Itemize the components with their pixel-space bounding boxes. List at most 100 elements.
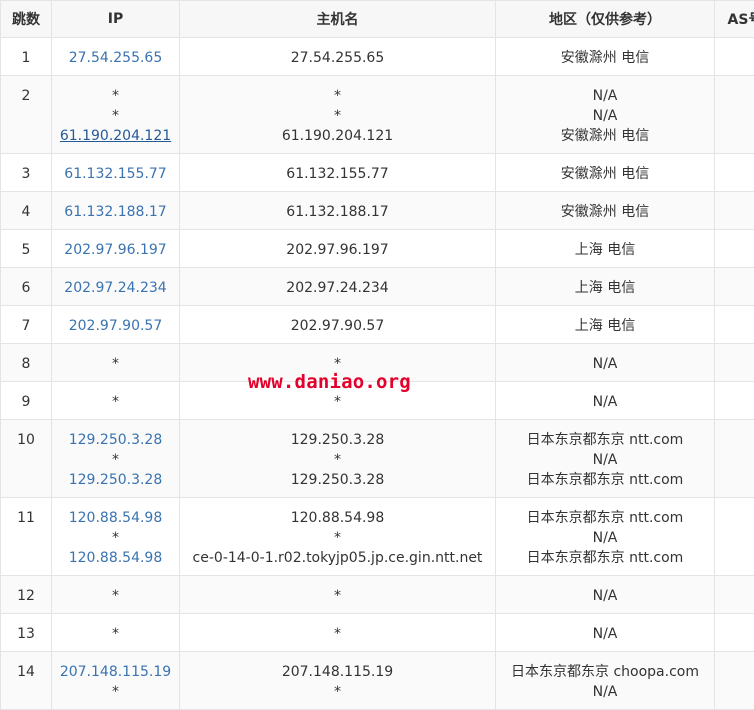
hop-cell: 14: [1, 652, 52, 710]
hostname-cell: *: [180, 576, 496, 614]
ip-link[interactable]: 120.88.54.98: [52, 508, 179, 528]
asn-cell: [715, 230, 754, 268]
asn-cell: [715, 344, 754, 382]
hop-number: 7: [1, 316, 51, 336]
ip-link[interactable]: 129.250.3.28: [52, 470, 179, 490]
region-text: 安徽滁州 电信: [496, 202, 714, 222]
asn-cell: [715, 154, 754, 192]
ip-cell: 202.97.90.57: [52, 306, 180, 344]
table-row: 6202.97.24.234202.97.24.234上海 电信: [1, 268, 754, 306]
region-text: N/A: [496, 450, 714, 470]
watermark-text: www.daniao.org: [248, 371, 411, 393]
hop-number: 14: [1, 662, 51, 682]
table-row: 10129.250.3.28*129.250.3.28129.250.3.28*…: [1, 420, 754, 498]
hop-number: 10: [1, 430, 51, 450]
hostname-text: 129.250.3.28: [180, 470, 495, 490]
region-cell: 安徽滁州 电信: [496, 38, 715, 76]
asn-cell: [715, 306, 754, 344]
ip-link[interactable]: 61.132.188.17: [52, 202, 179, 222]
ip-cell: *: [52, 344, 180, 382]
hostname-text: 61.132.155.77: [180, 164, 495, 184]
hop-number: 8: [1, 354, 51, 374]
ip-placeholder: *: [52, 682, 179, 702]
ip-link[interactable]: 202.97.90.57: [52, 316, 179, 336]
region-text: N/A: [496, 106, 714, 126]
hop-cell: 12: [1, 576, 52, 614]
region-text: N/A: [496, 624, 714, 644]
hostname-text: 120.88.54.98: [180, 508, 495, 528]
ip-link[interactable]: 120.88.54.98: [52, 548, 179, 568]
ip-cell: 120.88.54.98*120.88.54.98: [52, 498, 180, 576]
table-row: 13**N/A: [1, 614, 754, 652]
region-cell: N/A: [496, 614, 715, 652]
table-row: 12**N/A: [1, 576, 754, 614]
ip-link[interactable]: 129.250.3.28: [52, 430, 179, 450]
region-text: 上海 电信: [496, 278, 714, 298]
region-text: 上海 电信: [496, 316, 714, 336]
hop-cell: 3: [1, 154, 52, 192]
hostname-text: *: [180, 624, 495, 644]
table-row: 5202.97.96.197202.97.96.197上海 电信: [1, 230, 754, 268]
region-cell: 日本东京都东京 choopa.comN/A: [496, 652, 715, 710]
ip-cell: *: [52, 576, 180, 614]
asn-cell: [715, 420, 754, 498]
region-text: 日本东京都东京 ntt.com: [496, 548, 714, 568]
hostname-text: 202.97.96.197: [180, 240, 495, 260]
header-region: 地区（仅供参考）: [496, 1, 715, 38]
ip-placeholder: *: [52, 86, 179, 106]
ip-placeholder: *: [52, 586, 179, 606]
hostname-text: *: [180, 106, 495, 126]
ip-link[interactable]: 207.148.115.19: [52, 662, 179, 682]
ip-placeholder: *: [52, 450, 179, 470]
ip-link[interactable]: 61.132.155.77: [52, 164, 179, 184]
table-row: 7202.97.90.57202.97.90.57上海 电信: [1, 306, 754, 344]
hostname-cell: 202.97.90.57: [180, 306, 496, 344]
hop-cell: 6: [1, 268, 52, 306]
hostname-text: 202.97.24.234: [180, 278, 495, 298]
ip-cell: *: [52, 382, 180, 420]
region-text: N/A: [496, 586, 714, 606]
asn-cell: [715, 38, 754, 76]
header-hostname: 主机名: [180, 1, 496, 38]
ip-cell: **61.190.204.121: [52, 76, 180, 154]
ip-cell: 129.250.3.28*129.250.3.28: [52, 420, 180, 498]
hostname-cell: 61.132.188.17: [180, 192, 496, 230]
region-cell: N/AN/A安徽滁州 电信: [496, 76, 715, 154]
hop-cell: 1: [1, 38, 52, 76]
hop-number: 12: [1, 586, 51, 606]
region-text: 日本东京都东京 ntt.com: [496, 430, 714, 450]
ip-cell: 61.132.155.77: [52, 154, 180, 192]
hop-cell: 7: [1, 306, 52, 344]
asn-cell: [715, 652, 754, 710]
hop-number: 13: [1, 624, 51, 644]
hostname-cell: 129.250.3.28*129.250.3.28: [180, 420, 496, 498]
ip-link[interactable]: 202.97.96.197: [52, 240, 179, 260]
hostname-text: 27.54.255.65: [180, 48, 495, 68]
table-row: 11120.88.54.98*120.88.54.98120.88.54.98*…: [1, 498, 754, 576]
hostname-cell: 61.132.155.77: [180, 154, 496, 192]
hop-number: 11: [1, 508, 51, 528]
ip-placeholder: *: [52, 392, 179, 412]
header-ip: IP: [52, 1, 180, 38]
region-text: 安徽滁州 电信: [496, 126, 714, 146]
hostname-cell: 202.97.24.234: [180, 268, 496, 306]
ip-link[interactable]: 27.54.255.65: [52, 48, 179, 68]
hostname-cell: 27.54.255.65: [180, 38, 496, 76]
hostname-text: *: [180, 450, 495, 470]
ip-cell: 202.97.96.197: [52, 230, 180, 268]
ip-link[interactable]: 61.190.204.121: [52, 126, 179, 146]
region-text: 上海 电信: [496, 240, 714, 260]
ip-placeholder: *: [52, 528, 179, 548]
table-row: 127.54.255.6527.54.255.65安徽滁州 电信: [1, 38, 754, 76]
hop-cell: 9: [1, 382, 52, 420]
asn-cell: [715, 498, 754, 576]
region-text: 日本东京都东京 choopa.com: [496, 662, 714, 682]
region-cell: N/A: [496, 344, 715, 382]
region-cell: 日本东京都东京 ntt.comN/A日本东京都东京 ntt.com: [496, 420, 715, 498]
ip-link[interactable]: 202.97.24.234: [52, 278, 179, 298]
table-row: 14207.148.115.19*207.148.115.19*日本东京都东京 …: [1, 652, 754, 710]
region-text: N/A: [496, 354, 714, 374]
hostname-cell: 202.97.96.197: [180, 230, 496, 268]
hostname-text: *: [180, 682, 495, 702]
hostname-cell: **61.190.204.121: [180, 76, 496, 154]
